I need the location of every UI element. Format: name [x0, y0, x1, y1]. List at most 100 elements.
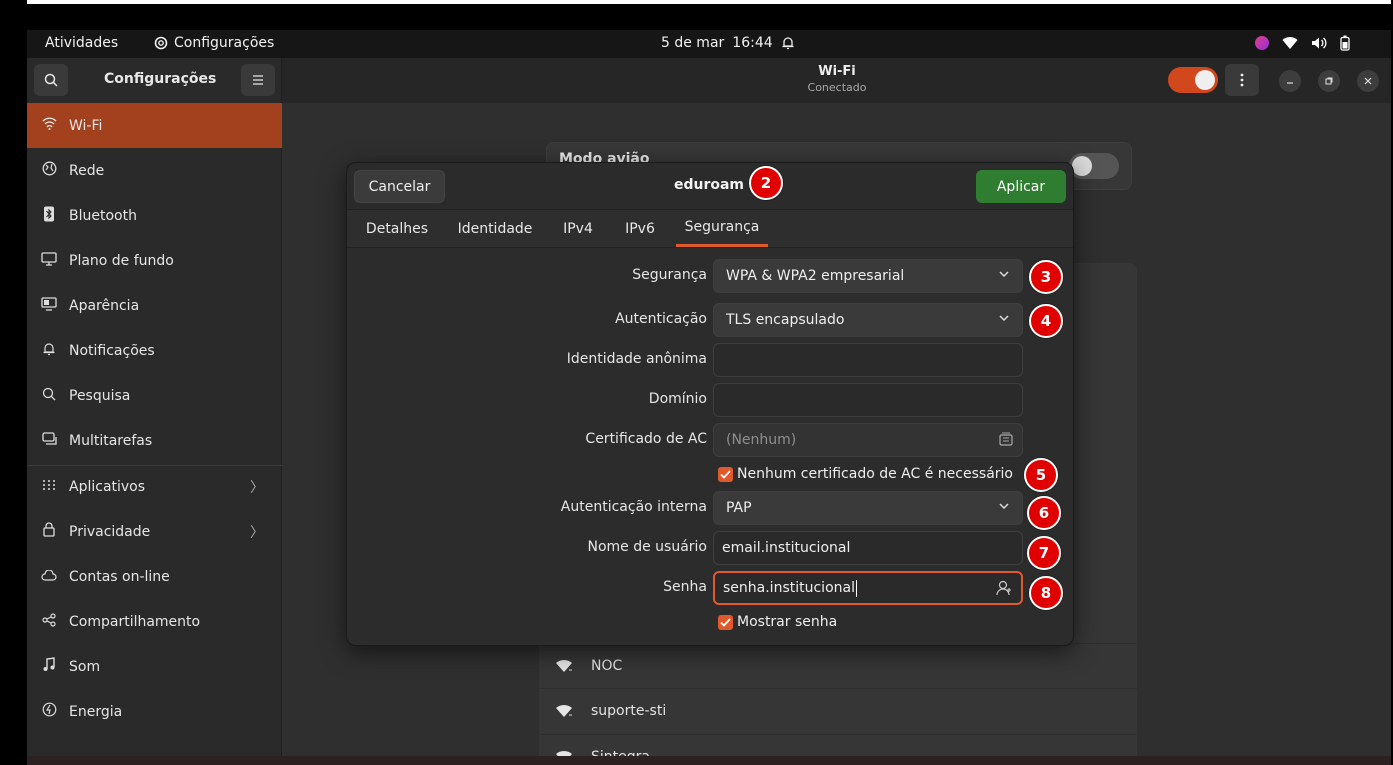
page-subtitle: Conectado	[807, 81, 867, 94]
chevron-right-icon: 〉	[250, 479, 264, 496]
sidebar-item-wifi[interactable]: Wi-Fi	[27, 103, 282, 148]
sidebar-item-privacy[interactable]: Privacidade 〉	[27, 509, 282, 554]
security-dropdown[interactable]: WPA & WPA2 empresarial	[713, 259, 1023, 293]
username-field[interactable]: email.institucional	[713, 531, 1023, 565]
checkmark-icon	[720, 617, 731, 627]
annotation-badge: 7	[1027, 536, 1061, 570]
connection-dialog: Cancelar eduroam Aplicar Detalhes Identi…	[346, 162, 1074, 646]
sidebar-item-label: Compartilhamento	[69, 613, 201, 630]
annotation-badge: 3	[1029, 260, 1063, 294]
tab-identity[interactable]: Identidade	[451, 210, 539, 247]
network-row[interactable]: NOC	[539, 643, 1137, 688]
time-label: 16:44	[732, 35, 773, 51]
tab-details[interactable]: Detalhes	[357, 210, 437, 247]
sidebar-item-sharing[interactable]: Compartilhamento	[27, 599, 282, 644]
sidebar-item-label: Pesquisa	[69, 387, 131, 404]
bottom-edge	[27, 756, 1391, 765]
tab-security[interactable]: Segurança	[676, 210, 768, 247]
network-row[interactable]: suporte-sti	[539, 688, 1137, 733]
chevron-right-icon: 〉	[250, 524, 264, 541]
wifi-icon	[39, 117, 59, 134]
sidebar-item-sound[interactable]: Som	[27, 644, 282, 689]
sidebar-item-wallpaper[interactable]: Plano de fundo	[27, 238, 282, 283]
power-icon	[39, 702, 59, 721]
user-icon[interactable]	[995, 579, 1013, 597]
chevron-down-icon	[999, 315, 1009, 322]
activities-button[interactable]: Atividades	[45, 35, 118, 51]
toggle-knob	[1072, 156, 1092, 176]
dialog-tabs: Detalhes Identidade IPv4 IPv6 Segurança	[347, 210, 1073, 248]
tab-ipv4[interactable]: IPv4	[554, 210, 602, 247]
multitask-icon	[39, 432, 59, 449]
more-options-button[interactable]	[1225, 64, 1259, 96]
music-icon	[39, 657, 59, 676]
sidebar-item-notifications[interactable]: Notificações	[27, 328, 282, 373]
app-menu[interactable]: Configurações	[153, 35, 274, 51]
wifi-status-icon	[1282, 37, 1298, 49]
sidebar-item-label: Multitarefas	[69, 432, 153, 449]
airplane-mode-toggle[interactable]	[1069, 153, 1119, 179]
bell-icon	[782, 37, 794, 50]
header-bar: Configurações Wi-Fi Conectado	[27, 58, 1391, 103]
apply-button[interactable]: Aplicar	[976, 170, 1066, 203]
no-ca-required-checkbox[interactable]: Nenhum certificado de AC é necessário	[718, 466, 1013, 482]
toggle-knob	[1195, 70, 1215, 90]
sidebar-item-label: Aplicativos	[69, 478, 146, 495]
dialog-header: Cancelar eduroam Aplicar	[347, 163, 1073, 210]
show-password-label: Mostrar senha	[737, 614, 838, 630]
checkbox-checked[interactable]	[718, 614, 733, 630]
password-value: senha.institucional	[723, 580, 855, 596]
wifi-toggle[interactable]	[1168, 67, 1218, 93]
authentication-dropdown[interactable]: TLS encapsulado	[713, 303, 1023, 337]
show-password-checkbox[interactable]: Mostrar senha	[718, 614, 837, 630]
apps-icon	[39, 478, 59, 496]
sidebar-item-label: Aparência	[69, 297, 140, 314]
sidebar-item-power[interactable]: Energia	[27, 689, 282, 734]
page-title: Wi-Fi	[818, 64, 856, 79]
checkmark-icon	[720, 469, 731, 479]
app-indicator-icon[interactable]	[1255, 36, 1269, 50]
maximize-button[interactable]	[1318, 70, 1340, 92]
battery-icon	[1340, 35, 1350, 51]
sidebar-item-bluetooth[interactable]: Bluetooth	[27, 193, 282, 238]
date-label: 5 de mar	[661, 35, 725, 51]
volume-icon	[1312, 37, 1327, 49]
wifi-signal-icon	[556, 659, 572, 672]
cancel-button[interactable]: Cancelar	[354, 170, 445, 203]
search-icon	[44, 73, 58, 87]
sidebar-item-multitasking[interactable]: Multitarefas	[27, 418, 282, 463]
sidebar-item-label: Rede	[69, 162, 105, 179]
appearance-icon	[39, 296, 59, 315]
sidebar-item-apps[interactable]: Aplicativos 〉	[27, 464, 282, 509]
chevron-down-icon	[999, 503, 1009, 510]
security-value: WPA & WPA2 empresarial	[726, 268, 905, 284]
tab-ipv6[interactable]: IPv6	[616, 210, 664, 247]
anonymous-identity-field[interactable]	[713, 343, 1023, 377]
password-field[interactable]: senha.institucional	[713, 571, 1023, 605]
system-tray[interactable]	[1255, 35, 1350, 51]
share-icon	[39, 612, 59, 631]
clock[interactable]: 5 de mar 16:44	[661, 35, 795, 51]
sidebar-item-online-accounts[interactable]: Contas on-line	[27, 554, 282, 599]
inner-authentication-value: PAP	[726, 500, 752, 516]
sidebar-item-search[interactable]: Pesquisa	[27, 373, 282, 418]
search-button[interactable]	[34, 64, 68, 96]
text-cursor	[855, 579, 857, 597]
sidebar-item-network[interactable]: Rede	[27, 148, 282, 193]
main-menu-button[interactable]	[241, 64, 275, 96]
ca-certificate-chooser[interactable]: (Nenhum)	[713, 423, 1023, 457]
no-ca-required-label: Nenhum certificado de AC é necessário	[737, 466, 1013, 482]
network-icon	[39, 161, 59, 180]
wallpaper-icon	[39, 251, 59, 270]
gear-icon	[154, 36, 168, 50]
anonymous-identity-label: Identidade anônima	[566, 351, 707, 367]
sidebar-item-label: Contas on-line	[69, 568, 170, 585]
sidebar-item-appearance[interactable]: Aparência	[27, 283, 282, 328]
minimize-button[interactable]	[1279, 70, 1301, 92]
username-label: Nome de usuário	[587, 539, 707, 555]
close-button[interactable]	[1357, 70, 1379, 92]
checkbox-checked[interactable]	[718, 466, 733, 482]
domain-label: Domínio	[648, 391, 707, 407]
inner-authentication-dropdown[interactable]: PAP	[713, 491, 1023, 525]
domain-field[interactable]	[713, 383, 1023, 417]
